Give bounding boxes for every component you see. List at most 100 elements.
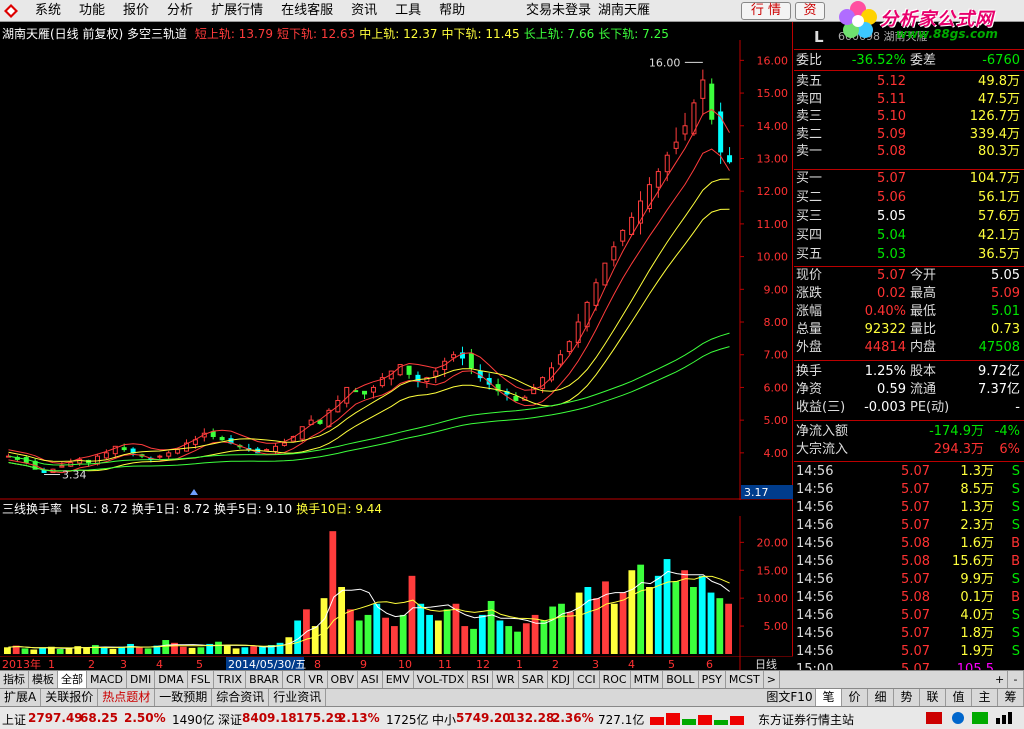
- sz-amount: 1725亿: [386, 713, 429, 727]
- high-price-label: 16.00: [649, 56, 681, 69]
- menu-item-5[interactable]: 在线客服: [272, 0, 342, 22]
- bid-row-3: 买四 5.04 42.1万: [794, 227, 1024, 245]
- info-tab-3[interactable]: 一致预期: [155, 689, 213, 706]
- indicator-tab-15[interactable]: RSI: [468, 671, 494, 688]
- indicator-tab-0[interactable]: 指标: [0, 671, 29, 688]
- panel-tab-0[interactable]: 图文F10: [764, 689, 816, 706]
- app-logo-icon[interactable]: [4, 4, 18, 18]
- panel-tab-3[interactable]: 细: [868, 689, 894, 706]
- tick-volume: 0.1万: [960, 590, 994, 605]
- login-status[interactable]: 交易未登录: [526, 0, 591, 22]
- ask-row-4: 卖一 5.08 80.3万: [794, 143, 1024, 161]
- indicator-tab-4[interactable]: DMI: [127, 671, 156, 688]
- panel-tab-2[interactable]: 价: [842, 689, 868, 706]
- info-tab-5[interactable]: 行业资讯: [269, 689, 327, 706]
- band-line-1: [8, 148, 730, 474]
- turnover-bar: [461, 626, 469, 654]
- weibi-value: -36.52%: [851, 53, 906, 68]
- indicator-tab-13[interactable]: EMV: [383, 671, 414, 688]
- indicator-tab-19[interactable]: CCI: [574, 671, 600, 688]
- indicator-tab-9[interactable]: CR: [283, 671, 306, 688]
- candle-body: [655, 171, 661, 188]
- turnover-bar: [276, 642, 284, 654]
- indicator-tab-21[interactable]: MTM: [631, 671, 664, 688]
- indicator-tab-8[interactable]: BRAR: [246, 671, 284, 688]
- menu-item-6[interactable]: 资讯: [342, 0, 386, 22]
- indicator-tab-24[interactable]: MCST: [726, 671, 764, 688]
- flow-pct: 6%: [999, 442, 1020, 457]
- tick-row: 14:56 5.07 1.3万 S: [794, 499, 1024, 517]
- menu-item-2[interactable]: 报价: [114, 0, 158, 22]
- bid-price[interactable]: 5.04: [877, 227, 906, 245]
- indicator-tab-23[interactable]: PSY: [699, 671, 726, 688]
- bid-row-4: 买五 5.03 36.5万: [794, 246, 1024, 264]
- indicator-tab-2[interactable]: 全部: [58, 671, 87, 688]
- broker-server[interactable]: 东方证券行情主站: [758, 711, 854, 728]
- indicator-tab-17[interactable]: SAR: [519, 671, 549, 688]
- indicator-tab-1[interactable]: 模板: [29, 671, 58, 688]
- indicator-tab-20[interactable]: ROC: [600, 671, 631, 688]
- indicator-tab-12[interactable]: ASI: [358, 671, 383, 688]
- market-breadth-icon: [650, 713, 744, 725]
- info-tab-0[interactable]: 扩展A: [0, 689, 42, 706]
- info-button[interactable]: 资: [795, 2, 825, 20]
- indicator-tab-16[interactable]: WR: [493, 671, 519, 688]
- bid-price[interactable]: 5.03: [877, 246, 906, 264]
- info-tab-2[interactable]: 热点题材: [98, 689, 156, 706]
- ask-price[interactable]: 5.10: [877, 108, 906, 126]
- bid-price[interactable]: 5.07: [877, 170, 906, 188]
- zx-change: 132.28: [508, 711, 555, 725]
- turnover-bar: [716, 598, 724, 654]
- candle-body: [121, 447, 127, 451]
- ask-price[interactable]: 5.11: [877, 91, 906, 109]
- bid-price[interactable]: 5.06: [877, 189, 906, 207]
- indicator-tab-18[interactable]: KDJ: [548, 671, 574, 688]
- tick-volume: 1.3万: [960, 464, 994, 479]
- turnover-bar: [443, 609, 451, 654]
- menu-item-1[interactable]: 功能: [70, 0, 114, 22]
- indicator-tab-25[interactable]: >: [764, 671, 780, 688]
- tab-ctrl-1[interactable]: -: [1008, 671, 1024, 688]
- indicator-tab-3[interactable]: MACD: [87, 671, 127, 688]
- menu-item-8[interactable]: 帮助: [430, 0, 474, 22]
- panel-tab-6[interactable]: 值: [946, 689, 972, 706]
- menu-item-7[interactable]: 工具: [386, 0, 430, 22]
- ask-price[interactable]: 5.08: [877, 143, 906, 161]
- menu-item-0[interactable]: 系统: [26, 0, 70, 22]
- chart-area[interactable]: 湖南天雁(日线 前复权) 多空三轨道 短上轨: 13.79 短下轨: 12.63 中…: [0, 22, 793, 670]
- tick-volume: 1.3万: [960, 500, 994, 515]
- bid-label: 买五: [796, 247, 823, 262]
- main-menu: 系统 功能 报价 分析 扩展行情 在线客服 资讯 工具 帮助: [26, 0, 474, 22]
- sub-chart-title: 三线换手率 HSL: 8.72 换手1日: 8.72 换手5日: 9.10 换手10日…: [2, 500, 390, 517]
- stat-label: 现价: [796, 268, 823, 283]
- ask-price[interactable]: 5.09: [877, 126, 906, 144]
- info-tab-4[interactable]: 综合资讯: [212, 689, 270, 706]
- panel-tab-5[interactable]: 联: [920, 689, 946, 706]
- quote-button[interactable]: 行 情: [741, 2, 791, 20]
- indicator-tab-22[interactable]: BOLL: [663, 671, 699, 688]
- indicator-tab-11[interactable]: OBV: [328, 671, 358, 688]
- stat-label: 涨幅: [796, 304, 823, 319]
- period-label[interactable]: 日线: [755, 657, 777, 670]
- panel-tab-8[interactable]: 筹: [998, 689, 1024, 706]
- indicator-tab-7[interactable]: TRIX: [214, 671, 247, 688]
- menu-item-4[interactable]: 扩展行情: [202, 0, 272, 22]
- tab-spacer: [780, 671, 992, 688]
- tab-ctrl-0[interactable]: +: [992, 671, 1008, 688]
- indicator-tab-6[interactable]: FSL: [188, 671, 214, 688]
- bid-price[interactable]: 5.05: [877, 208, 906, 226]
- price-tick-label: 6.00: [764, 381, 789, 394]
- panel-tab-1[interactable]: 笔: [816, 689, 842, 706]
- stat-row-1: 涨跌 0.02 最高 5.09: [794, 285, 1024, 303]
- indicator-tab-14[interactable]: VOL-TDX: [414, 671, 469, 688]
- info-tab-1[interactable]: 关联报价: [41, 689, 99, 706]
- ask-price[interactable]: 5.12: [877, 73, 906, 91]
- indicator-tab-10[interactable]: VR: [305, 671, 328, 688]
- panel-tab-7[interactable]: 主: [972, 689, 998, 706]
- turnover-chart[interactable]: 20.00 15.00 10.00 5.00: [0, 516, 793, 656]
- menu-item-3[interactable]: 分析: [158, 0, 202, 22]
- candlestick-chart[interactable]: 16.00 15.00 14.00 13.00 12.00 11.00 10.00 9.00 8…: [0, 40, 793, 500]
- indicator-tab-5[interactable]: DMA: [155, 671, 188, 688]
- candle-body: [264, 449, 270, 452]
- panel-tab-4[interactable]: 势: [894, 689, 920, 706]
